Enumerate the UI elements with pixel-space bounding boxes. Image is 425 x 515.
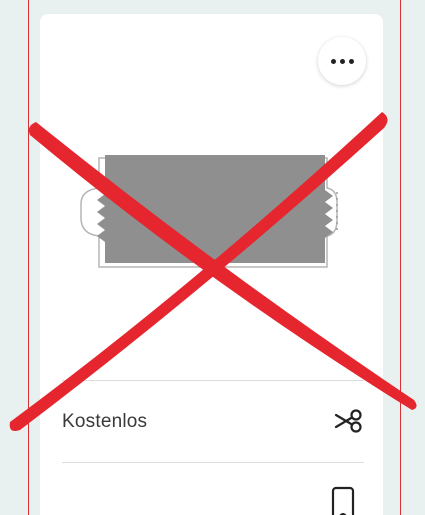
more-horizontal-icon [330,58,354,64]
offer-price-label: Kostenlos [62,411,148,432]
left-frame-line [28,0,29,515]
page: Kostenlos [0,0,425,515]
more-options-button[interactable] [318,37,366,85]
right-frame-line [400,0,401,515]
coupon-ticket-icon [80,155,338,268]
scissors-icon[interactable] [333,408,363,434]
divider [62,380,364,381]
divider [62,462,364,463]
mobile-phone-icon[interactable] [330,486,356,515]
